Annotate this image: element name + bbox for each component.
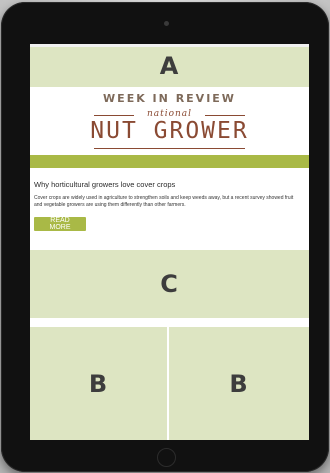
article-headline[interactable]: Why horticultural growers love cover cro… <box>34 180 304 189</box>
week-in-review-kicker: WEEK IN REVIEW <box>103 92 236 105</box>
camera-icon <box>164 21 169 26</box>
newsletter-screen: A WEEK IN REVIEW national NUT GROWER Why… <box>30 44 309 440</box>
ad-slot-b-left[interactable]: B <box>30 327 167 440</box>
home-button-icon[interactable] <box>157 448 176 467</box>
ad-slot-b-right[interactable]: B <box>169 327 309 440</box>
top-divider <box>30 44 309 47</box>
ad-slot-a[interactable]: A <box>30 44 309 87</box>
ad-slot-a-label: A <box>159 51 180 80</box>
read-more-button[interactable]: READ MORE <box>34 217 86 231</box>
ad-slot-b-left-label: B <box>88 369 109 398</box>
logo-underline <box>94 148 245 149</box>
publication-logo: NUT GROWER <box>90 118 249 144</box>
tablet-frame: A WEEK IN REVIEW national NUT GROWER Why… <box>1 2 329 472</box>
ad-slot-b-right-label: B <box>229 369 249 398</box>
accent-band <box>30 155 309 168</box>
logo-rule-right <box>205 115 245 116</box>
ad-slot-c[interactable]: C <box>30 250 309 318</box>
ad-slot-c-label: C <box>160 270 179 298</box>
article-excerpt: Cover crops are widely used in agricultu… <box>34 195 294 208</box>
